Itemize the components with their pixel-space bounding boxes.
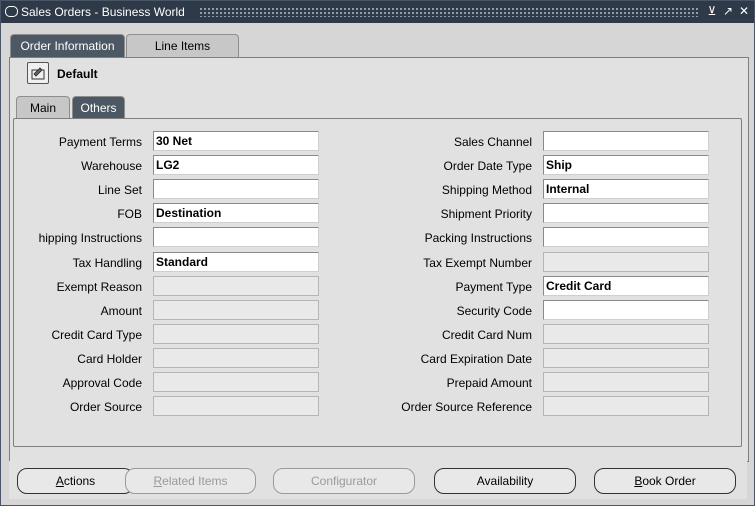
- order-source-reference-field: [543, 396, 709, 416]
- minimize-icon[interactable]: ⊻: [706, 4, 718, 18]
- tab-order-information[interactable]: Order Information: [10, 34, 125, 57]
- hipping-instructions-field[interactable]: [153, 227, 319, 247]
- configurator-button[interactable]: Configurator: [273, 468, 415, 494]
- actions-label: ctions: [63, 474, 96, 488]
- line-set-field[interactable]: [153, 179, 319, 199]
- tab-main[interactable]: Main: [16, 96, 70, 119]
- credit-card-type-field: [153, 324, 319, 344]
- shipment-priority-field[interactable]: [543, 203, 709, 223]
- payment-type-label: Payment Type: [455, 280, 533, 294]
- payment-terms-label: Payment Terms: [58, 135, 142, 149]
- fob-field[interactable]: Destination: [153, 203, 319, 223]
- security-code-label: Security Code: [456, 304, 532, 318]
- hipping-instructions-label: hipping Instructions: [38, 231, 142, 245]
- credit-card-num-field: [543, 324, 709, 344]
- packing-instructions-field[interactable]: [543, 227, 709, 247]
- warehouse-label: Warehouse: [81, 159, 142, 173]
- sales-channel-field[interactable]: [543, 131, 709, 151]
- actions-mnemonic: A: [55, 474, 64, 488]
- configurator-label: onfigurator: [319, 474, 378, 488]
- exempt-reason-field: [153, 276, 319, 296]
- prepaid-amount-field: [543, 372, 709, 392]
- card-expiration-date-label: Card Expiration Date: [420, 352, 532, 366]
- window-title: Sales Orders - Business World: [21, 5, 185, 19]
- fob-label: FOB: [117, 207, 142, 221]
- warehouse-field[interactable]: LG2: [153, 155, 319, 175]
- amount-field: [153, 300, 319, 320]
- shipment-priority-label: Shipment Priority: [440, 207, 532, 221]
- card-holder-label: Card Holder: [77, 352, 142, 366]
- tax-exempt-number-field: [543, 252, 709, 272]
- availability-mnemonic: A: [476, 474, 485, 488]
- prepaid-amount-label: Prepaid Amount: [446, 376, 532, 390]
- tab-line-items[interactable]: Line Items: [126, 34, 239, 57]
- related-items-mnemonic: R: [153, 474, 163, 488]
- folder-edit-icon: [31, 67, 45, 80]
- order-source-label: Order Source: [69, 400, 142, 414]
- sales-orders-window: Sales Orders - Business World ⊻ ↗ ✕ Orde…: [0, 0, 755, 506]
- line-set-label: Line Set: [97, 183, 142, 197]
- tax-handling-field[interactable]: Standard: [153, 252, 319, 272]
- tax-handling-label: Tax Handling: [72, 256, 142, 270]
- packing-instructions-label: Packing Instructions: [424, 231, 532, 245]
- close-icon[interactable]: ✕: [738, 4, 750, 18]
- shipping-method-label: Shipping Method: [441, 183, 532, 197]
- amount-label: Amount: [100, 304, 142, 318]
- approval-code-label: Approval Code: [62, 376, 142, 390]
- availability-label: vailability: [484, 474, 534, 488]
- title-bar[interactable]: Sales Orders - Business World ⊻ ↗ ✕: [1, 1, 754, 23]
- payment-terms-field[interactable]: 30 Net: [153, 131, 319, 151]
- credit-card-type-label: Credit Card Type: [51, 328, 143, 342]
- tax-exempt-number-label: Tax Exempt Number: [423, 256, 532, 270]
- book-order-label: ook Order: [642, 474, 696, 488]
- folder-name: Default: [57, 67, 98, 81]
- related-items-button[interactable]: Related Items: [125, 468, 256, 494]
- folder-button[interactable]: [27, 62, 49, 84]
- payment-type-field[interactable]: Credit Card: [543, 276, 709, 296]
- order-source-field: [153, 396, 319, 416]
- security-code-field[interactable]: [543, 300, 709, 320]
- related-items-label: elated Items: [162, 474, 228, 488]
- order-date-type-field[interactable]: Ship: [543, 155, 709, 175]
- order-date-type-label: Order Date Type: [443, 159, 533, 173]
- title-bar-pattern: [199, 7, 699, 17]
- configurator-mnemonic: C: [310, 474, 320, 488]
- window-menu-icon[interactable]: [5, 6, 18, 17]
- maximize-icon[interactable]: ↗: [722, 4, 734, 18]
- card-holder-field: [153, 348, 319, 368]
- actions-button[interactable]: Actions: [17, 468, 134, 494]
- shipping-method-field[interactable]: Internal: [543, 179, 709, 199]
- sales-channel-label: Sales Channel: [453, 135, 532, 149]
- card-expiration-date-field: [543, 348, 709, 368]
- availability-button[interactable]: Availability: [434, 468, 576, 494]
- order-source-reference-label: Order Source Reference: [401, 400, 532, 414]
- approval-code-field: [153, 372, 319, 392]
- exempt-reason-label: Exempt Reason: [56, 280, 142, 294]
- book-order-button[interactable]: Book Order: [594, 468, 736, 494]
- tab-others[interactable]: Others: [72, 96, 125, 119]
- credit-card-num-label: Credit Card Num: [441, 328, 532, 342]
